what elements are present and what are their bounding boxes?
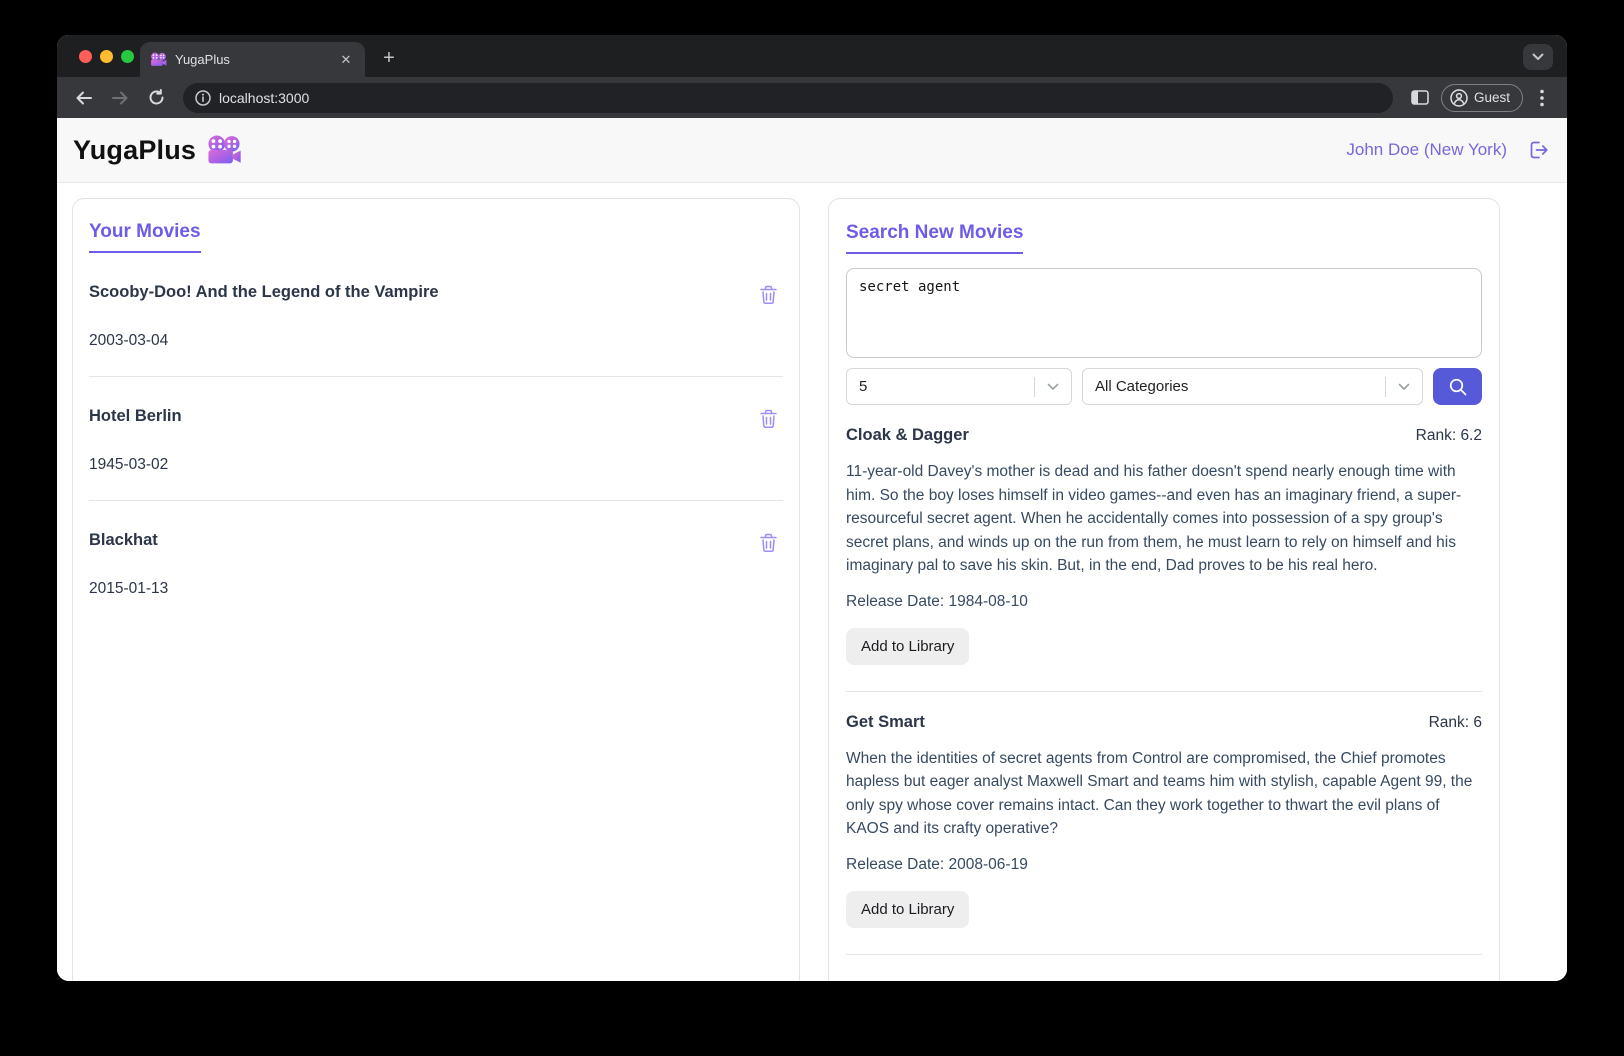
result-limit-value: 5 [859, 378, 868, 395]
header-right: John Doe (New York) [1346, 137, 1551, 163]
search-result: Cloak & Dagger Rank: 6.2 11-year-old Dav… [846, 426, 1482, 692]
tab-strip: YugaPlus ✕ + [57, 35, 1567, 77]
delete-movie-button[interactable] [757, 283, 779, 305]
divider [846, 953, 1482, 955]
logout-button[interactable] [1525, 137, 1551, 163]
tab-close-icon[interactable]: ✕ [337, 51, 355, 69]
divider [89, 500, 783, 501]
browser-menu-button[interactable] [1529, 85, 1555, 111]
result-release-date: Release Date: 2008-06-19 [846, 855, 1028, 873]
chevron-down-icon [1398, 383, 1410, 390]
forward-button[interactable] [105, 83, 135, 113]
close-window-button[interactable] [79, 50, 92, 63]
movie-title: Hotel Berlin [89, 407, 182, 425]
category-value: All Categories [1095, 378, 1189, 395]
address-bar[interactable]: localhost:3000 [183, 82, 1393, 113]
reload-button[interactable] [141, 83, 171, 113]
movie-release-date: 2003-03-04 [89, 332, 169, 349]
result-rank: Rank: 6 [1428, 713, 1482, 731]
kebab-menu-icon [1540, 89, 1544, 106]
result-description: When the identities of secret agents fro… [846, 749, 1473, 838]
divider [846, 690, 1482, 692]
add-to-library-button[interactable]: Add to Library [846, 890, 970, 928]
result-release-date: Release Date: 1984-08-10 [846, 592, 1028, 610]
guest-label: Guest [1473, 90, 1510, 105]
guest-avatar-icon [1450, 88, 1468, 107]
reload-icon [149, 89, 163, 105]
brand: YugaPlus [73, 135, 242, 166]
movie-release-date: 2015-01-13 [89, 580, 169, 597]
search-input[interactable]: secret agent [846, 268, 1482, 358]
result-title: Cloak & Dagger [846, 426, 969, 444]
side-panel-icon [1411, 90, 1429, 105]
category-select[interactable]: All Categories [1082, 368, 1423, 405]
favicon-movie-camera-icon [151, 52, 167, 66]
delete-movie-button[interactable] [757, 531, 779, 553]
back-arrow-icon [76, 91, 92, 104]
search-icon [1449, 378, 1466, 395]
browser-tab-yugaplus[interactable]: YugaPlus ✕ [140, 42, 365, 77]
tab-search-button[interactable] [1523, 44, 1553, 70]
url-text: localhost:3000 [219, 89, 310, 106]
result-rank: Rank: 6.2 [1415, 427, 1482, 444]
back-button[interactable] [69, 83, 99, 113]
result-description: 11-year-old Davey's mother is dead and h… [846, 463, 1462, 574]
profile-guest-button[interactable]: Guest [1440, 83, 1523, 112]
site-info-icon[interactable] [195, 89, 211, 106]
search-panel: Search New Movies secret agent 5 All Cat… [828, 198, 1500, 981]
app-title: YugaPlus [73, 134, 197, 165]
traffic-lights [79, 50, 134, 63]
trash-icon [759, 409, 777, 428]
add-to-library-button[interactable]: Add to Library [846, 627, 970, 665]
trash-icon [759, 285, 777, 304]
user-name: John Doe (New York) [1346, 140, 1507, 159]
library-item: Blackhat 2015-01-13 [89, 531, 783, 598]
chevron-down-icon [1047, 383, 1059, 390]
movie-title: Scooby-Doo! And the Legend of the Vampir… [89, 283, 439, 301]
result-limit-select[interactable]: 5 [846, 368, 1072, 405]
library-item: Scooby-Doo! And the Legend of the Vampir… [89, 283, 783, 377]
main-content: Your Movies Scooby-Doo! And the Legend o… [57, 183, 1567, 981]
library-item: Hotel Berlin 1945-03-02 [89, 407, 783, 501]
search-button[interactable] [1433, 368, 1482, 405]
library-panel: Your Movies Scooby-Doo! And the Legend o… [72, 198, 800, 981]
minimize-window-button[interactable] [100, 50, 113, 63]
browser-window: YugaPlus ✕ + localhost:3000 Guest YugaPl… [57, 35, 1567, 981]
tab-title: YugaPlus [175, 52, 230, 67]
trash-icon [759, 533, 777, 552]
movie-title: Blackhat [89, 531, 158, 549]
result-title: Get Smart [846, 712, 925, 731]
movie-release-date: 1945-03-02 [89, 456, 169, 473]
library-heading: Your Movies [89, 221, 201, 253]
browser-toolbar: localhost:3000 Guest [57, 77, 1567, 118]
maximize-window-button[interactable] [121, 50, 134, 63]
app-page: YugaPlus John Doe (New York) Your Movies [57, 118, 1567, 981]
search-result: Get Smart Rank: 6 When the identities of… [846, 713, 1482, 955]
delete-movie-button[interactable] [757, 407, 779, 429]
forward-arrow-icon [112, 91, 128, 104]
app-header: YugaPlus John Doe (New York) [57, 118, 1567, 183]
search-heading: Search New Movies [846, 222, 1024, 254]
new-tab-button[interactable]: + [375, 45, 403, 73]
divider [89, 376, 783, 377]
movie-camera-logo-icon [208, 135, 241, 164]
search-controls: 5 All Categories [846, 368, 1482, 405]
logout-icon [1530, 141, 1548, 159]
side-panel-button[interactable] [1405, 83, 1435, 113]
chevron-down-icon [1532, 53, 1544, 60]
